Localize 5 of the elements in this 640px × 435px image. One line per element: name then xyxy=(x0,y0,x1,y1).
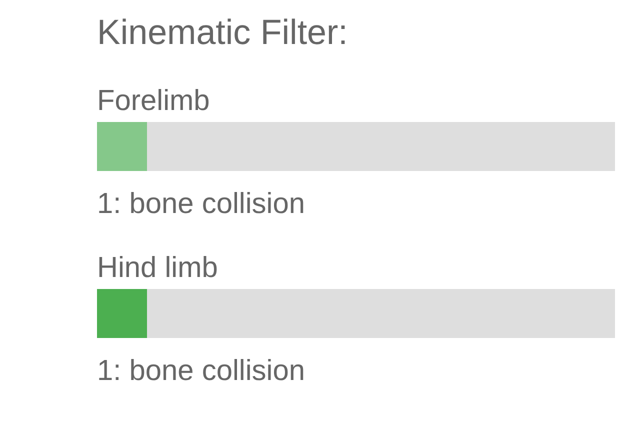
filter-label: Hind limb xyxy=(97,251,218,285)
panel-title: Kinematic Filter: xyxy=(97,12,348,54)
filter-label: Forelimb xyxy=(97,84,210,118)
filter-reading: 1: bone collision xyxy=(97,187,305,221)
filter-reading: 1: bone collision xyxy=(97,354,305,388)
